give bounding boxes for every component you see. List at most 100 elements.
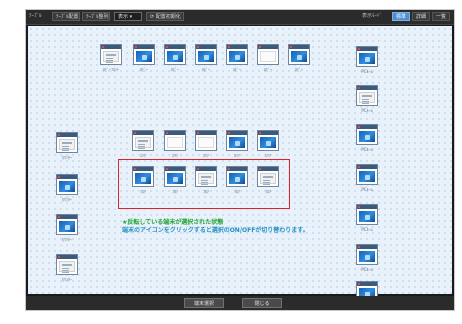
terminal-screen-icon — [198, 137, 214, 148]
select-terminal-button[interactable]: 端末選択 — [184, 298, 224, 308]
terminal-label: ﾛﾋﾞｰﾌﾛﾝﾄ — [103, 67, 119, 72]
terminal-icon[interactable] — [356, 85, 378, 106]
terminal-icon[interactable] — [56, 214, 78, 235]
terminal-screen-icon — [291, 51, 307, 62]
terminal-label: PCﾙｰﾑ — [361, 187, 373, 192]
terminal-screen-icon — [359, 92, 375, 103]
terminal-screen-icon — [229, 137, 245, 148]
window-titlebar — [357, 165, 377, 169]
terminal-screen-icon — [167, 51, 183, 62]
selected-terminals-highlight — [118, 159, 290, 209]
terminal-label: ｶｳﾝﾀｰ — [62, 277, 72, 282]
window-titlebar — [101, 45, 121, 49]
tab-detail[interactable]: 詳細 — [412, 12, 430, 21]
terminal-screen-icon — [59, 181, 75, 192]
terminal-screen-icon — [136, 51, 152, 62]
terminal-label: ｴﾘｱ — [140, 153, 146, 158]
terminal-label: ｶｳﾝﾀｰ — [62, 237, 72, 242]
terminal-screen-icon — [103, 51, 119, 62]
terminal-icon[interactable] — [56, 174, 78, 195]
terminal-screen-icon — [198, 51, 214, 62]
window-titlebar — [133, 131, 153, 135]
terminal-icon[interactable] — [257, 130, 279, 151]
terminal-label: PCﾙｰﾑ — [361, 147, 373, 152]
terminal-icon[interactable] — [356, 244, 378, 265]
window-titlebar — [357, 282, 377, 286]
close-button[interactable]: 閉じる — [242, 298, 282, 308]
terminal-label: PCﾙｰﾑ — [361, 108, 373, 113]
terminal-screen-icon — [359, 131, 375, 142]
table-align-button[interactable]: ﾃｰﾌﾞﾙ整列 — [82, 12, 110, 21]
terminal-icon[interactable] — [257, 44, 279, 65]
terminal-label: ﾛﾋﾞｰ — [233, 67, 241, 72]
terminal-icon[interactable] — [164, 130, 186, 151]
terminal-screen-icon — [260, 137, 276, 148]
terminal-label: PCﾙｰﾑ — [361, 69, 373, 74]
terminal-icon[interactable] — [226, 44, 248, 65]
tab-list[interactable]: 一覧 — [432, 12, 450, 21]
terminal-screen-icon — [59, 221, 75, 232]
terminal-icon[interactable] — [164, 44, 186, 65]
terminal-label: ｶｳﾝﾀｰ — [62, 197, 72, 202]
terminal-icon[interactable] — [132, 130, 154, 151]
terminal-label: ｴﾘｱ — [265, 153, 271, 158]
window-titlebar — [196, 45, 216, 49]
terminal-screen-icon — [359, 53, 375, 64]
terminal-icon[interactable] — [195, 130, 217, 151]
click-instruction-note: 端末のアイコンをクリックすると選択のON/OFFが切り替わります。 — [122, 227, 309, 234]
window-titlebar — [258, 131, 278, 135]
window-titlebar — [196, 131, 216, 135]
terminal-screen-icon — [229, 51, 245, 62]
terminal-label: ｴﾘｱ — [172, 153, 178, 158]
terminal-screen-icon — [135, 137, 151, 148]
app-window: ﾃｰﾌﾞﾙ ﾃｰﾌﾞﾙ配置 ﾃｰﾌﾞﾙ整列 表示 ▾ ⟳ 配置初期化 表示ﾓｰﾄ… — [26, 10, 454, 310]
terminal-icon[interactable] — [100, 44, 122, 65]
terminal-label: ﾛﾋﾞｰ — [171, 67, 179, 72]
window-titlebar — [357, 86, 377, 90]
terminal-label: ﾛﾋﾞｰ — [295, 67, 303, 72]
terminal-screen-icon — [359, 251, 375, 262]
terminal-label: PCﾙｰﾑ — [361, 267, 373, 272]
terminal-label: ｶｳﾝﾀｰ — [62, 155, 72, 160]
window-titlebar — [134, 45, 154, 49]
table-button[interactable]: ﾃｰﾌﾞﾙ配置 — [52, 12, 80, 21]
terminal-icon[interactable] — [356, 46, 378, 67]
view-mode-label: 表示ﾓｰﾄﾞ — [362, 13, 383, 19]
window-titlebar — [57, 133, 77, 137]
terminal-icon[interactable] — [133, 44, 155, 65]
terminal-screen-icon — [359, 211, 375, 222]
terminal-icon[interactable] — [56, 254, 78, 275]
terminal-icon[interactable] — [56, 132, 78, 153]
terminal-screen-icon — [59, 139, 75, 150]
terminal-icon[interactable] — [195, 44, 217, 65]
terminal-icon[interactable] — [356, 204, 378, 225]
window-titlebar — [165, 45, 185, 49]
reset-layout-button[interactable]: ⟳ 配置初期化 — [146, 12, 184, 21]
terminal-icon[interactable] — [356, 124, 378, 145]
window-titlebar — [357, 245, 377, 249]
window-titlebar — [357, 205, 377, 209]
window-titlebar — [57, 175, 77, 179]
view-select[interactable]: 表示 ▾ — [114, 12, 142, 21]
terminal-label: ｴﾘｱ — [203, 153, 209, 158]
terminal-layout-canvas: ﾛﾋﾞｰﾌﾛﾝﾄ ﾛﾋﾞｰ ﾛﾋﾞｰ ﾛﾋﾞｰ ﾛﾋﾞｰ ﾛﾋﾞｰ ﾛﾋﾞｰ PCﾙｰﾑ PCﾙ… — [28, 26, 452, 309]
window-titlebar — [357, 125, 377, 129]
window-titlebar — [57, 215, 77, 219]
window-titlebar — [227, 45, 247, 49]
terminal-icon[interactable] — [226, 130, 248, 151]
terminal-label: PCﾙｰﾑ — [361, 227, 373, 232]
terminal-screen-icon — [260, 51, 276, 62]
window-titlebar — [227, 131, 247, 135]
window-titlebar — [57, 255, 77, 259]
terminal-icon[interactable] — [356, 164, 378, 185]
terminal-label: ﾛﾋﾞｰ — [140, 67, 148, 72]
terminal-icon[interactable] — [288, 44, 310, 65]
terminal-label: ｴﾘｱ — [234, 153, 240, 158]
bottom-bar: 端末選択 閉じる — [26, 296, 454, 310]
terminal-screen-icon — [359, 171, 375, 182]
window-titlebar — [357, 47, 377, 51]
terminal-screen-icon — [59, 261, 75, 272]
toolbar: ﾃｰﾌﾞﾙ ﾃｰﾌﾞﾙ配置 ﾃｰﾌﾞﾙ整列 表示 ▾ ⟳ 配置初期化 表示ﾓｰﾄ… — [26, 10, 454, 25]
tab-standard[interactable]: 標準 — [392, 12, 410, 21]
window-titlebar — [258, 45, 278, 49]
